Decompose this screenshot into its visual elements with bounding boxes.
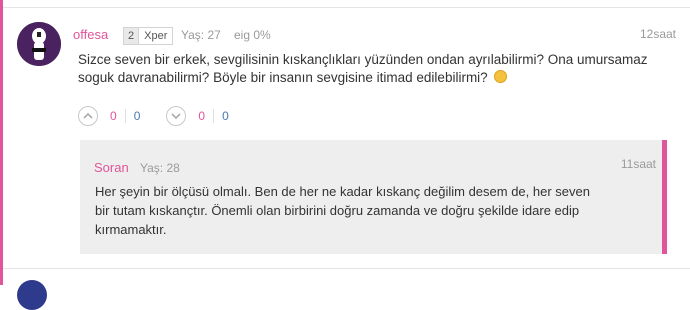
reply-text-line-1: Her şeyin bir ölçüsü olmalı. Ben de her … [95,184,590,199]
comment-age: Yaş: 27 [181,28,221,42]
user-avatar-icon [17,22,61,66]
downvote-like-count: 0 [198,109,206,123]
reply-text-line-2: bir tutam kıskançtır. Önemli olan birbir… [95,203,580,218]
reply-text-line-3: kırmamaktır. [95,222,167,237]
upvote-like-count: 0 [110,109,117,123]
smiley-icon [494,70,508,83]
vote-divider-2 [213,109,215,123]
level-number: 2 [124,28,140,44]
comment-text-line-2: soguk davranabilirmi? Böyle bir insanın … [78,69,638,87]
comment-timestamp: 12saat [639,27,676,41]
downvote-dislike-count: 0 [222,109,229,123]
reply-timestamp: 11saat [620,157,656,171]
comment-eig: eig 0% [234,28,271,42]
reply-username[interactable]: Soran [94,160,129,175]
upvote-button[interactable] [78,106,98,126]
level-label: Xper [144,30,168,42]
comment-text-line2: soguk davranabilirmi? Böyle bir insanın … [78,70,488,85]
level-badge: 2 Xper [123,27,174,45]
chevron-up-icon [83,112,93,119]
reply-body: Her şeyin bir ölçüsü olmalı. Ben de her … [95,182,615,239]
bottom-divider [3,268,690,269]
chevron-down-icon [171,113,181,120]
comment-text-line: Sizce seven bir erkek, sevgilisinin kısk… [78,52,648,67]
downvote-button[interactable] [166,106,187,126]
vote-divider [124,109,126,123]
left-accent-bar [0,0,3,285]
reply-card: Soran Yaş: 28 11saat Her şeyin bir ölçüs… [80,140,667,254]
comment-username[interactable]: offesa [73,27,108,42]
reply-age: Yaş: 28 [140,161,180,175]
vote-bar: 0 0 0 0 [78,106,229,126]
upvote-dislike-count: 0 [133,109,141,123]
avatar[interactable] [17,22,61,66]
top-divider [3,7,690,8]
comment-body: Sizce seven bir erkek, sevgilisinin kısk… [78,51,648,87]
